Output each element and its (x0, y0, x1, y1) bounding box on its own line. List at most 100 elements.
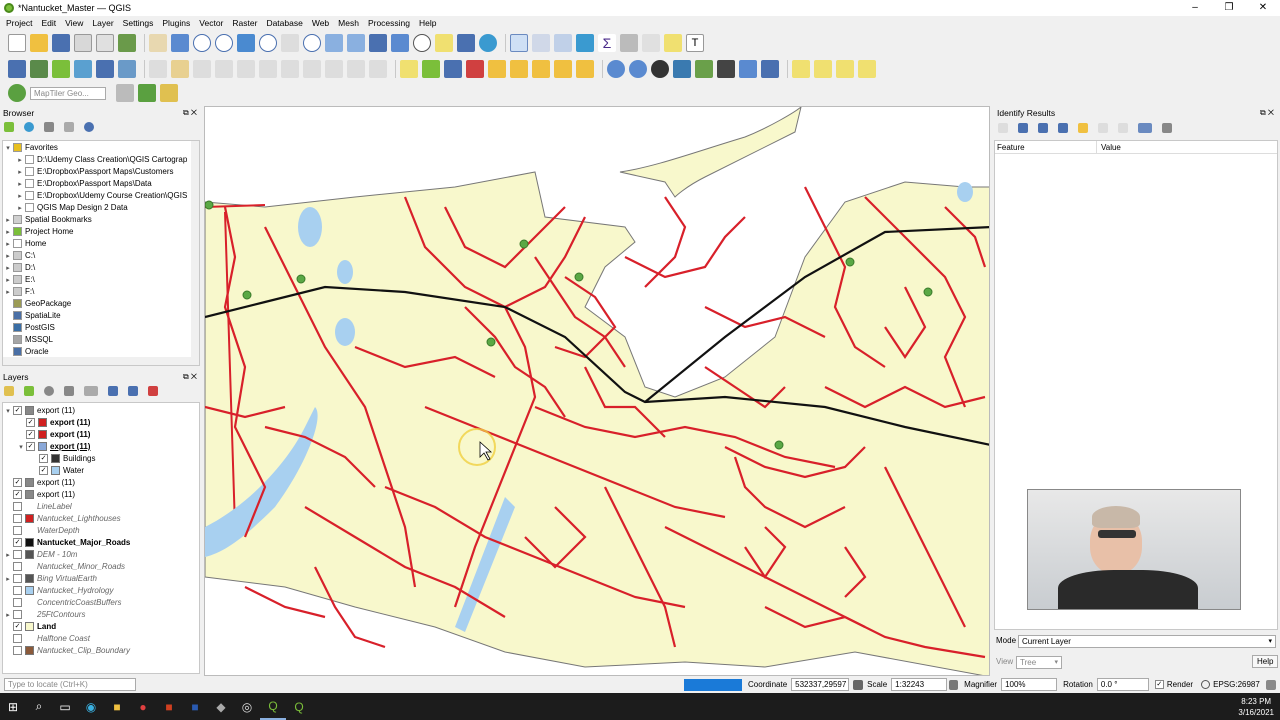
zoom-layer-icon[interactable] (281, 34, 299, 52)
maptiler-search-input[interactable]: MapTiler Geo... (30, 86, 106, 100)
menu-settings[interactable]: Settings (123, 16, 154, 30)
browser-scrollbar[interactable] (191, 141, 199, 359)
lock-icon[interactable] (949, 679, 959, 690)
browser-hscrollbar[interactable] (3, 357, 199, 365)
layer-item[interactable]: ▸ DEM - 10m (3, 549, 199, 561)
zoom-next-icon[interactable] (347, 34, 365, 52)
maptiler-icon[interactable] (8, 84, 26, 102)
layer-visibility-checkbox[interactable]: ✓ (13, 406, 22, 416)
add-selected-icon[interactable] (4, 122, 14, 132)
powerpoint-icon[interactable]: ■ (156, 693, 182, 720)
visibility-icon[interactable] (44, 386, 54, 396)
select-by-value-icon[interactable] (814, 60, 832, 78)
georeferencer-icon[interactable] (695, 60, 713, 78)
attribute-table-icon[interactable] (532, 34, 550, 52)
layer-labeling-icon[interactable] (422, 60, 440, 78)
layer-item[interactable]: WaterDepth (3, 525, 199, 537)
identify-features-icon[interactable] (510, 34, 528, 52)
print-layout-icon[interactable] (74, 34, 92, 52)
layer-item[interactable]: ✓ Water (3, 465, 199, 477)
view-select[interactable]: Tree ▾ (1016, 656, 1062, 669)
task-view-icon[interactable]: ▭ (52, 693, 78, 720)
menu-vector[interactable]: Vector (199, 16, 223, 30)
layer-visibility-checkbox[interactable] (13, 562, 22, 572)
qgis-taskbar-icon-2[interactable]: Q (286, 693, 312, 720)
remove-layer-icon[interactable] (148, 386, 158, 396)
layer-filter-icon[interactable] (64, 386, 74, 396)
menu-processing[interactable]: Processing (368, 16, 410, 30)
crs-globe-icon[interactable] (1201, 680, 1211, 689)
layer-styling-icon[interactable] (4, 386, 14, 396)
collapse-all-icon[interactable] (64, 122, 74, 132)
layer-visibility-checkbox[interactable] (13, 574, 22, 584)
layer-item[interactable]: ✓ Nantucket_Major_Roads (3, 537, 199, 549)
map-canvas[interactable] (204, 106, 990, 676)
browser-close-icon[interactable]: ⧉ ✕ (183, 108, 197, 118)
browser-item[interactable]: ▸ QGIS Map Design 2 Data (3, 202, 199, 214)
print-icon[interactable] (116, 84, 134, 102)
layer-item[interactable]: ✓ export (11) (3, 477, 199, 489)
filter-expression-icon[interactable] (84, 386, 98, 396)
messages-icon[interactable] (1265, 679, 1276, 690)
layer-visibility-checkbox[interactable]: ✓ (26, 442, 35, 452)
layer-visibility-checkbox[interactable]: ✓ (13, 478, 22, 488)
move-label-icon[interactable] (532, 60, 550, 78)
save-project-icon[interactable] (52, 34, 70, 52)
copy-features-icon[interactable] (303, 60, 321, 78)
measure-icon[interactable] (620, 34, 638, 52)
toggle-editing-icon[interactable] (171, 60, 189, 78)
layer-visibility-checkbox[interactable]: ✓ (39, 454, 48, 464)
browser-item[interactable]: MSSQL (3, 334, 199, 346)
plugin-icon[interactable] (739, 60, 757, 78)
metasearch-icon[interactable] (607, 60, 625, 78)
menu-layer[interactable]: Layer (92, 16, 113, 30)
layer-item[interactable]: ✓ export (11) (3, 489, 199, 501)
layer-item[interactable]: Halftone Coast (3, 633, 199, 645)
menu-plugins[interactable]: Plugins (162, 16, 190, 30)
style-manager-icon[interactable] (118, 34, 136, 52)
browser-item[interactable]: SpatiaLite (3, 310, 199, 322)
zoom-out-icon[interactable] (215, 34, 233, 52)
help-icon[interactable] (761, 60, 779, 78)
pan-to-selection-icon[interactable] (171, 34, 189, 52)
locator-search-input[interactable]: Type to locate (Ctrl+K) (4, 678, 136, 691)
layer-item[interactable]: Nantucket_Hydrology (3, 585, 199, 597)
zoom-selection-icon[interactable] (259, 34, 277, 52)
browser-item[interactable]: ▸ E:\ (3, 274, 199, 286)
column-value[interactable]: Value (1097, 141, 1121, 153)
browser-item[interactable]: ▸ Home (3, 238, 199, 250)
layers-close-icon[interactable]: ⧉ ✕ (183, 372, 197, 382)
refresh-icon[interactable] (479, 34, 497, 52)
menu-raster[interactable]: Raster (232, 16, 257, 30)
browser-item[interactable]: GeoPackage (3, 298, 199, 310)
temporal-controller-icon[interactable] (413, 34, 431, 52)
layer-item[interactable]: Nantucket_Lighthouses (3, 513, 199, 525)
identify-settings-icon[interactable] (1138, 123, 1152, 133)
layer-visibility-checkbox[interactable]: ✓ (26, 430, 35, 440)
pan-icon[interactable] (149, 34, 167, 52)
menu-help[interactable]: Help (419, 16, 436, 30)
layer-visibility-checkbox[interactable]: ✓ (13, 538, 22, 548)
layer-visibility-checkbox[interactable] (13, 514, 22, 524)
delete-feature-icon[interactable] (259, 60, 277, 78)
pin-labels-icon[interactable] (488, 60, 506, 78)
browser-item[interactable]: ▸ D:\ (3, 262, 199, 274)
field-calculator-icon[interactable] (554, 34, 572, 52)
select-features-icon[interactable] (792, 60, 810, 78)
browser-item[interactable]: ▸ D:\Udemy Class Creation\QGIS Cartograp (3, 154, 199, 166)
expand-tree-icon[interactable] (998, 123, 1008, 133)
browser-item[interactable]: PostGIS (3, 322, 199, 334)
undo-icon[interactable] (347, 60, 365, 78)
minimize-button[interactable]: – (1178, 0, 1212, 16)
browser-item[interactable]: ▸ C:\ (3, 250, 199, 262)
new-geopackage-icon[interactable] (30, 60, 48, 78)
magnifier-input[interactable]: 100% (1001, 678, 1058, 691)
coordinate-input[interactable]: 532337,29597 (791, 678, 850, 691)
plugin-tool-icon[interactable] (160, 84, 178, 102)
current-edits-icon[interactable] (149, 60, 167, 78)
layer-visibility-checkbox[interactable]: ✓ (39, 466, 48, 476)
map-svg[interactable] (205, 107, 990, 676)
save-edits-icon[interactable] (193, 60, 211, 78)
identify-tool-icon[interactable] (1162, 123, 1172, 133)
zoom-in-icon[interactable] (193, 34, 211, 52)
